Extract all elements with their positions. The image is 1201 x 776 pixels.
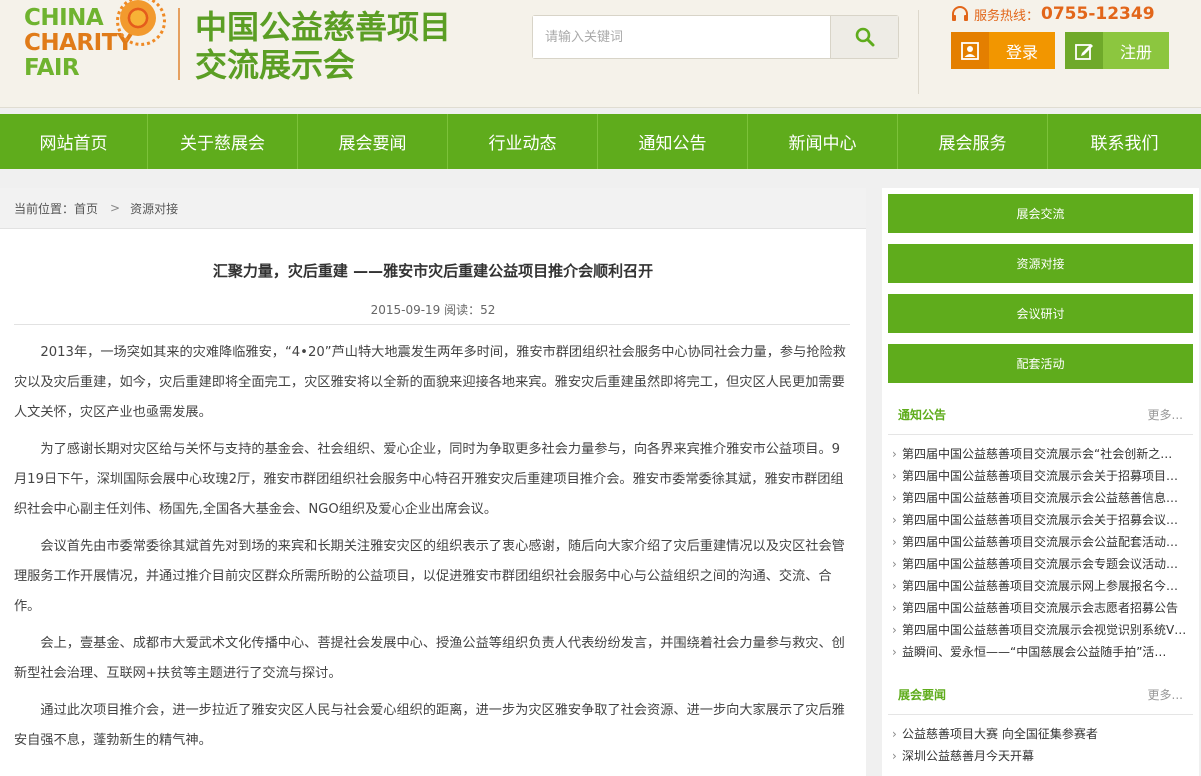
- sidebar: 展会交流 资源对接 会议研讨 配套活动 通知公告 更多... 第四届中国公益慈善…: [882, 188, 1199, 776]
- notice-item[interactable]: 第四届中国公益慈善项目交流展示会志愿者招募公告: [890, 597, 1190, 619]
- breadcrumb-home[interactable]: 当前位置：首页: [14, 200, 98, 217]
- notice-item[interactable]: 第四届中国公益慈善项目交流展示会关于招募会议…: [890, 509, 1190, 531]
- search-icon: [855, 27, 874, 47]
- notice-list: 第四届中国公益慈善项目交流展示会“社会创新之… 第四届中国公益慈善项目交流展示会…: [890, 443, 1190, 663]
- headset-icon: [952, 6, 968, 21]
- article-paragraph: 通过此次项目推介会，进一步拉近了雅安灾区人民与社会爱心组织的距离，进一步为灾区雅…: [14, 703, 845, 748]
- logo-cn-line-1: 中国公益慈善项目: [195, 8, 452, 46]
- article-panel: 当前位置：首页 > 资源对接 汇聚力量，灾后重建 ——雅安市灾后重建公益项目推介…: [0, 188, 866, 776]
- breadcrumb-current[interactable]: 资源对接: [130, 200, 178, 217]
- notice-item[interactable]: 第四届中国公益慈善项目交流展示会视觉识别系统V…: [890, 619, 1190, 641]
- logo-chinese[interactable]: 中国公益慈善项目 交流展示会: [195, 8, 451, 84]
- notice-divider: [888, 434, 1193, 435]
- article-paragraph: 为了感谢长期对灾区给与关怀与支持的基金会、社会组织、爱心企业，同时为争取更多社会…: [14, 442, 844, 517]
- article-paragraph: 会上，壹基金、成都市大爱武术文化传播中心、菩提社会发展中心、授渔公益等组织负责人…: [14, 636, 845, 681]
- nav-about[interactable]: 关于慈展会: [148, 114, 298, 169]
- notice-section-title: 通知公告: [898, 408, 947, 422]
- login-button[interactable]: 登录: [951, 32, 1055, 69]
- news-item[interactable]: 深圳公益慈善月今天开幕: [890, 745, 1190, 767]
- sidebar-button-activities[interactable]: 配套活动: [888, 344, 1193, 383]
- edit-icon: [1065, 32, 1103, 69]
- user-icon: [951, 32, 989, 69]
- notice-item[interactable]: 益瞬间、爱永恒——“中国慈展会公益随手拍”活…: [890, 641, 1190, 663]
- nav-industry[interactable]: 行业动态: [448, 114, 598, 169]
- notice-item[interactable]: 第四届中国公益慈善项目交流展示会关于招募项目…: [890, 465, 1190, 487]
- news-section-title: 展会要闻: [898, 688, 947, 702]
- nav-contact[interactable]: 联系我们: [1048, 114, 1201, 169]
- nav-expo-news[interactable]: 展会要闻: [298, 114, 448, 169]
- article-title: 汇聚力量，灾后重建 ——雅安市灾后重建公益项目推介会顺利召开: [212, 262, 654, 280]
- header-divider: [918, 10, 919, 94]
- search-input[interactable]: [533, 16, 830, 58]
- register-button[interactable]: 注册: [1065, 32, 1169, 69]
- sidebar-button-exchange[interactable]: 展会交流: [888, 194, 1193, 233]
- logo-en-line-3: FAIR: [24, 55, 80, 81]
- notice-item[interactable]: 第四届中国公益慈善项目交流展示网上参展报名今…: [890, 575, 1190, 597]
- nav-services[interactable]: 展会服务: [898, 114, 1048, 169]
- sun-logo-icon: [116, 0, 166, 46]
- logo-english[interactable]: CHINA CHARITY FAIR: [24, 0, 166, 86]
- breadcrumb-separator: >: [110, 201, 121, 215]
- notice-item[interactable]: 第四届中国公益慈善项目交流展示会专题会议活动…: [890, 553, 1190, 575]
- main-nav: 网站首页 关于慈展会 展会要闻 行业动态 通知公告 新闻中心 展会服务 联系我们: [0, 114, 1201, 169]
- logo-divider: [178, 8, 180, 80]
- breadcrumb: 当前位置：首页 > 资源对接: [0, 188, 866, 229]
- hotline-label: 服务热线：: [974, 8, 1040, 24]
- article-meta: 2015-09-19 阅读：52: [370, 303, 496, 317]
- search-box: [532, 15, 899, 59]
- nav-notices[interactable]: 通知公告: [598, 114, 748, 169]
- hotline-number: 0755-12349: [1041, 4, 1155, 24]
- nav-home[interactable]: 网站首页: [0, 114, 148, 169]
- register-label: 注册: [1119, 42, 1152, 62]
- article-divider: [14, 324, 850, 325]
- article-content: 2013年，一场突如其来的灾难降临雅安，“4•20”芦山特大地震发生两年多时间，…: [14, 338, 850, 763]
- notice-more-link[interactable]: 更多...: [1148, 406, 1183, 423]
- article-paragraph: 2013年，一场突如其来的灾难降临雅安，“4•20”芦山特大地震发生两年多时间，…: [14, 345, 846, 420]
- site-header: CHINA CHARITY FAIR 中国公益慈善项目 交流展示会 服务热线： …: [0, 0, 1201, 108]
- notice-item[interactable]: 第四届中国公益慈善项目交流展示会“社会创新之…: [890, 443, 1190, 465]
- notice-item[interactable]: 第四届中国公益慈善项目交流展示会公益慈善信息…: [890, 487, 1190, 509]
- news-item[interactable]: 公益慈善项目大赛 向全国征集参赛者: [890, 723, 1190, 745]
- hotline: 服务热线： 0755-12349: [950, 3, 1155, 25]
- notice-item[interactable]: 第四届中国公益慈善项目交流展示会公益配套活动…: [890, 531, 1190, 553]
- article-paragraph: 会议首先由市委常委徐其斌首先对到场的来宾和长期关注雅安灾区的组织表示了衷心感谢，…: [14, 539, 845, 614]
- sidebar-button-resources[interactable]: 资源对接: [888, 244, 1193, 283]
- sidebar-button-seminars[interactable]: 会议研讨: [888, 294, 1193, 333]
- login-label: 登录: [1005, 42, 1038, 62]
- news-divider: [888, 714, 1193, 715]
- search-button[interactable]: [830, 16, 898, 58]
- nav-news-center[interactable]: 新闻中心: [748, 114, 898, 169]
- news-more-link[interactable]: 更多...: [1148, 686, 1183, 703]
- logo-cn-line-2: 交流展示会: [195, 46, 356, 84]
- news-list: 公益慈善项目大赛 向全国征集参赛者 深圳公益慈善月今天开幕: [890, 723, 1190, 767]
